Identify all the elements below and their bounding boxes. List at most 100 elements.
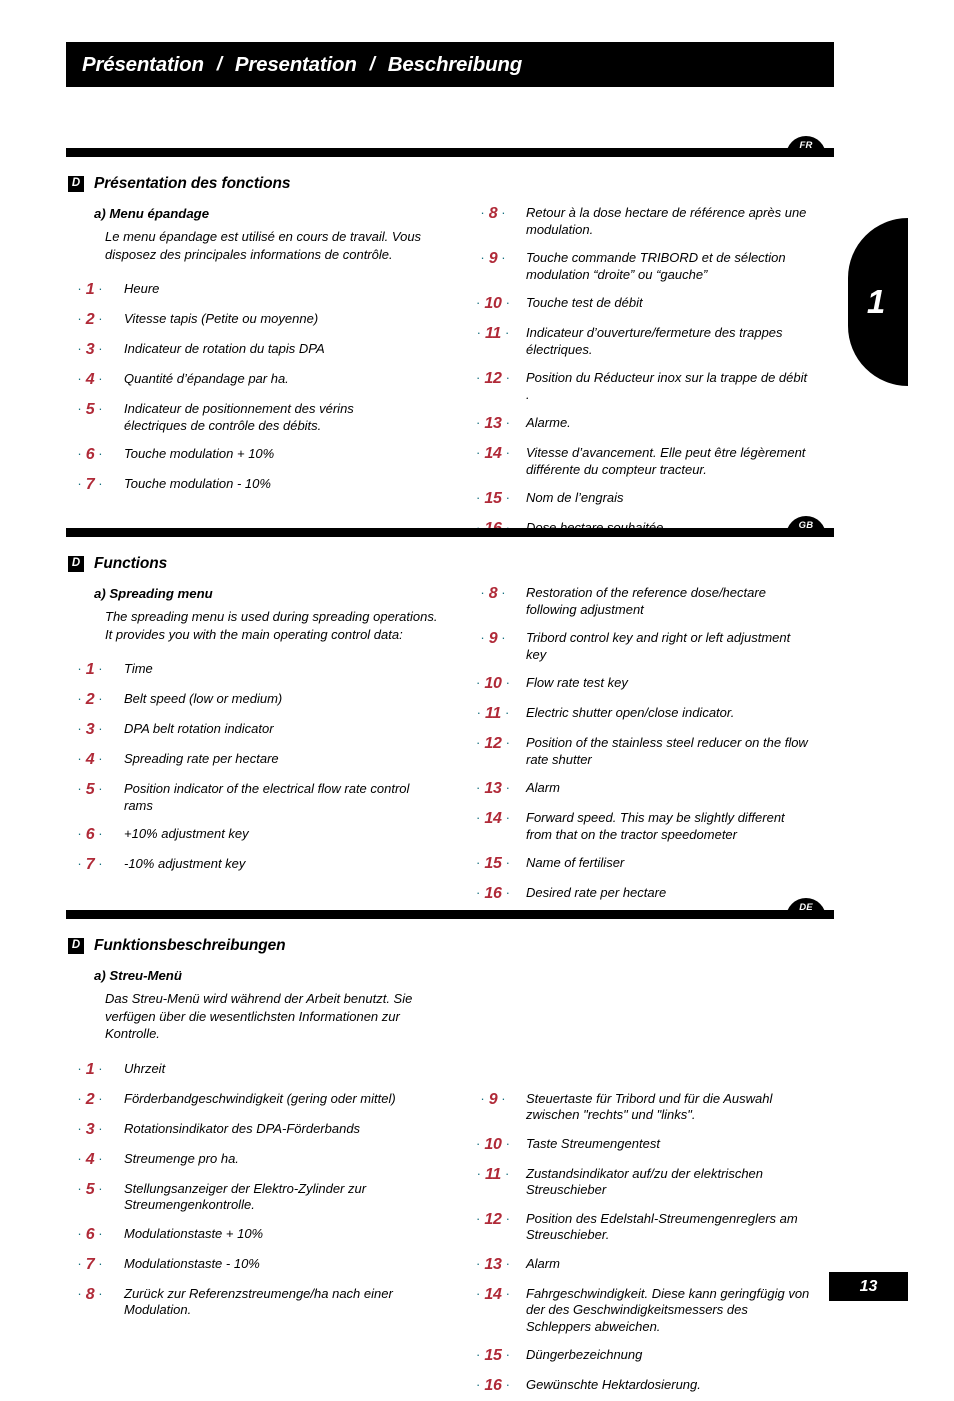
bullet-dot-right-icon: · xyxy=(98,372,102,385)
item-number: 7 xyxy=(86,476,95,494)
item-number: 1 xyxy=(86,1061,95,1079)
bullet-dot-right-icon: · xyxy=(98,1152,102,1165)
item-description: Gewünschte Hektardosierung. xyxy=(516,1377,701,1394)
item-number: 11 xyxy=(485,325,501,343)
bullet-dot-right-icon: · xyxy=(501,1092,505,1105)
bullet-dot-left-icon: · xyxy=(476,491,480,504)
function-list-item: ·13· Alarm xyxy=(470,1256,834,1274)
item-number: 4 xyxy=(86,751,95,769)
bullet-dot-right-icon: · xyxy=(98,827,102,840)
item-number: 14 xyxy=(484,810,501,828)
bullet-dot-right-icon: · xyxy=(98,1182,102,1195)
bullet-dot-right-icon: · xyxy=(98,782,102,795)
language-badge-label: DE xyxy=(799,903,813,914)
bullet-dot-left-icon: · xyxy=(476,1287,480,1300)
function-list-item: ·1·Heure xyxy=(66,281,470,299)
title-separator-1: / xyxy=(217,54,222,76)
bullet-dot-left-icon: · xyxy=(77,1122,81,1135)
function-list-item: ·3·Rotationsindikator des DPA-Förderband… xyxy=(66,1121,470,1139)
item-description: Time xyxy=(114,661,153,678)
bullet-dot-left-icon: · xyxy=(77,312,81,325)
bullet-dot-right-icon: · xyxy=(501,206,505,219)
item-number: 8 xyxy=(489,585,498,603)
item-number: 16 xyxy=(484,885,501,903)
function-list-item: ·10·Taste Streumengentest xyxy=(470,1136,834,1154)
item-number: 1 xyxy=(86,281,95,299)
bullet-dot-left-icon: · xyxy=(476,781,480,794)
item-description: Restoration of the reference dose/hectar… xyxy=(516,585,812,618)
item-number-group: ·11· xyxy=(470,705,516,723)
item-number: 8 xyxy=(489,205,498,223)
item-description: Stellungsanzeiger der Elektro-Zylinder z… xyxy=(114,1181,414,1214)
function-list-item: ·7·Touche modulation - 10% xyxy=(66,476,470,494)
item-description: Desired rate per hectare xyxy=(516,885,666,902)
item-number-group: ·3· xyxy=(66,341,114,359)
bullet-dot-right-icon: · xyxy=(505,706,509,719)
function-list-item: ·3·DPA belt rotation indicator xyxy=(66,721,470,739)
item-description: Alarm xyxy=(516,780,560,797)
item-number: 4 xyxy=(86,1151,95,1169)
section-columns: ·1·Uhrzeit·2·Förderbandgeschwindigkeit (… xyxy=(66,1049,834,1401)
section-rule: FR xyxy=(66,148,834,157)
item-description: Touche commande TRIBORD et de sélection … xyxy=(516,250,812,283)
item-number-group: ·13· xyxy=(470,780,516,798)
item-number-group: ·10· xyxy=(470,295,516,313)
bullet-dot-right-icon: · xyxy=(506,491,510,504)
item-number: 7 xyxy=(86,1256,95,1274)
bullet-dot-left-icon: · xyxy=(476,676,480,689)
function-list-item: ·8·Zurück zur Referenzstreumenge/ha nach… xyxy=(66,1286,470,1319)
item-number-group: ·1· xyxy=(66,661,114,679)
item-number: 8 xyxy=(86,1286,95,1304)
bullet-dot-left-icon: · xyxy=(77,1182,81,1195)
column-right: · 8 · Restoration of the reference dose/hec… xyxy=(470,573,834,903)
item-description: Zustandsindikator auf/zu der elektrische… xyxy=(516,1166,812,1199)
item-description: Indicateur d’ouverture/fermeture des tra… xyxy=(516,325,812,358)
function-list-item: ·4·Quantité d’épandage par ha. xyxy=(66,371,470,389)
bullet-dot-right-icon: · xyxy=(506,886,510,899)
item-description: Düngerbezeichnung xyxy=(516,1347,642,1364)
function-list-item: ·3·Indicateur de rotation du tapis DPA xyxy=(66,341,470,359)
item-number: 3 xyxy=(86,1121,95,1139)
item-number: 6 xyxy=(86,1226,95,1244)
bullet-dot-left-icon: · xyxy=(77,342,81,355)
item-number-group: ·2· xyxy=(66,1091,114,1109)
bullet-dot-left-icon: · xyxy=(77,447,81,460)
bullet-dot-left-icon: · xyxy=(476,1378,480,1391)
item-description: Alarme. xyxy=(516,415,571,432)
page-number-label: 13 xyxy=(860,1278,878,1296)
item-description: -10% adjustment key xyxy=(114,856,245,873)
item-number: 7 xyxy=(86,856,95,874)
item-number-group: ·4· xyxy=(66,1151,114,1169)
section-letter-badge: D xyxy=(68,938,84,954)
item-number: 6 xyxy=(86,826,95,844)
item-number: 13 xyxy=(484,1256,501,1274)
item-number-group: ·7· xyxy=(66,856,114,874)
column-left: ·1·Uhrzeit·2·Förderbandgeschwindigkeit (… xyxy=(66,1049,470,1401)
item-number-group: ·5· xyxy=(66,401,114,419)
function-list-item: ·9·Tribord control key and right or left… xyxy=(470,630,834,663)
item-number-group: ·16· xyxy=(470,1377,516,1395)
bullet-dot-left-icon: · xyxy=(77,1287,81,1300)
item-number: 5 xyxy=(86,401,95,419)
item-description: Touche test de débit xyxy=(516,295,643,312)
item-number: 16 xyxy=(484,1377,501,1395)
item-description: Name of fertiliser xyxy=(516,855,624,872)
bullet-dot-left-icon: · xyxy=(476,371,480,384)
function-list-item: ·11·Zustandsindikator auf/zu der elektri… xyxy=(470,1166,834,1199)
function-list-item: ·9·Steuertaste für Tribord und für die A… xyxy=(470,1091,834,1124)
item-description: Electric shutter open/close indicator. xyxy=(516,705,734,722)
page-title-en: Presentation xyxy=(235,53,357,77)
bullet-dot-left-icon: · xyxy=(476,416,480,429)
item-description: Uhrzeit xyxy=(114,1061,165,1078)
bullet-dot-right-icon: · xyxy=(506,856,510,869)
item-description: Indicateur de rotation du tapis DPA xyxy=(114,341,325,358)
function-list-item: ·15·Nom de l’engrais xyxy=(470,490,834,508)
bullet-dot-right-icon: · xyxy=(98,1122,102,1135)
bullet-dot-right-icon: · xyxy=(98,1062,102,1075)
function-list-item: ·5·Stellungsanzeiger der Elektro-Zylinde… xyxy=(66,1181,470,1214)
item-description: Förderbandgeschwindigkeit (gering oder m… xyxy=(114,1091,396,1108)
item-description: Taste Streumengentest xyxy=(516,1136,660,1153)
bullet-dot-right-icon: · xyxy=(98,1227,102,1240)
function-list-item: ·7·-10% adjustment key xyxy=(66,856,470,874)
item-description: Position indicator of the electrical flo… xyxy=(114,781,414,814)
